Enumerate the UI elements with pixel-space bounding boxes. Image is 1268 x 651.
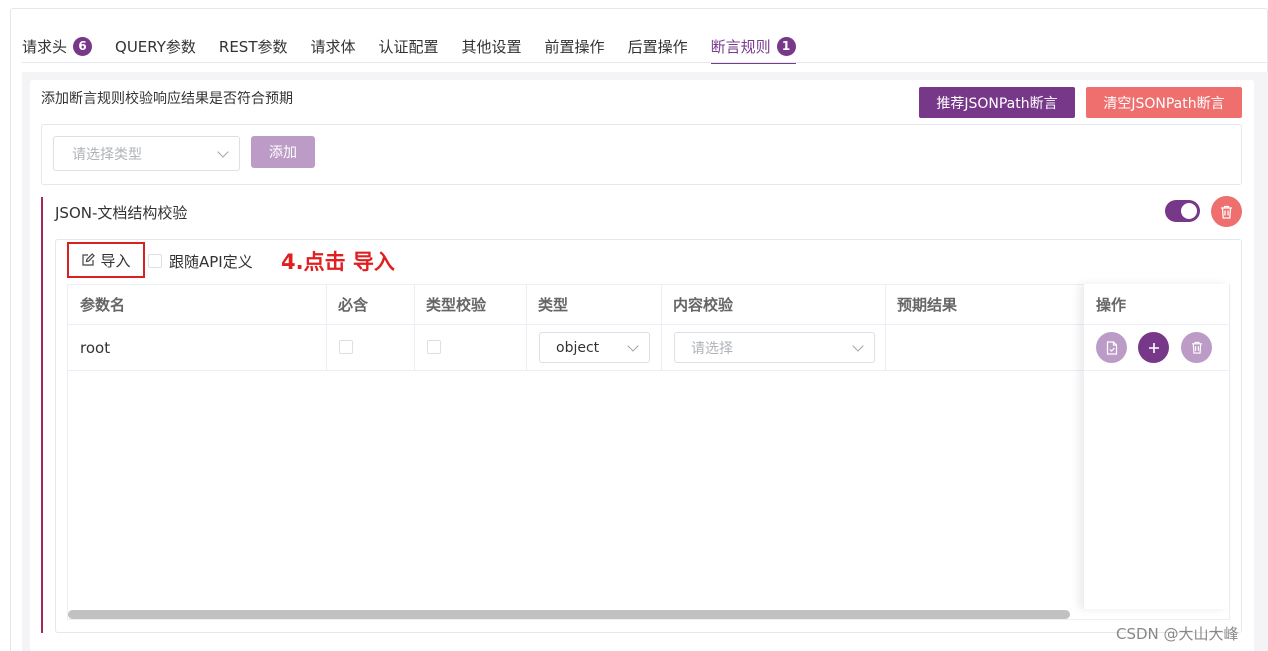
assert-description: 添加断言规则校验响应结果是否符合预期 bbox=[41, 91, 293, 107]
content-check-select[interactable]: 请选择 bbox=[674, 332, 875, 363]
add-rule-button[interactable]: 添加 bbox=[251, 136, 315, 168]
tab-label: 认证配置 bbox=[378, 37, 439, 56]
plus-icon bbox=[1148, 342, 1159, 353]
row-add-button[interactable] bbox=[1138, 332, 1169, 363]
column-header-required: 必含 bbox=[338, 295, 369, 314]
tab-post-operations[interactable]: 后置操作 bbox=[628, 28, 688, 64]
tab-bar: 请求头 6 QUERY参数 REST参数 请求体 认证配置 其他设置 前置操作 后… bbox=[22, 28, 819, 64]
column-header-expected: 预期结果 bbox=[897, 295, 958, 314]
column-header-param-name: 参数名 bbox=[80, 295, 126, 314]
chevron-down-icon bbox=[852, 339, 864, 352]
follow-api-checkbox[interactable] bbox=[148, 254, 162, 268]
row-divider bbox=[1084, 370, 1230, 371]
tab-label: 后置操作 bbox=[627, 37, 688, 56]
tab-badge: 1 bbox=[776, 36, 796, 56]
delete-rule-button[interactable] bbox=[1211, 196, 1242, 227]
tab-auth-config[interactable]: 认证配置 bbox=[379, 28, 439, 64]
tab-label: 其他设置 bbox=[461, 37, 522, 56]
column-header-type-check: 类型校验 bbox=[426, 295, 487, 314]
clear-jsonpath-button[interactable]: 清空JSONPath断言 bbox=[1086, 87, 1242, 118]
chevron-down-icon bbox=[217, 145, 229, 158]
header-divider bbox=[1084, 324, 1230, 325]
edit-icon bbox=[82, 253, 96, 266]
tab-rest-params[interactable]: REST参数 bbox=[219, 28, 288, 64]
import-label: 导入 bbox=[100, 251, 131, 270]
required-checkbox[interactable] bbox=[339, 340, 353, 354]
tab-badge: 6 bbox=[73, 36, 93, 56]
recommend-jsonpath-button[interactable]: 推荐JSONPath断言 bbox=[919, 87, 1075, 118]
tab-request-body[interactable]: 请求体 bbox=[311, 28, 356, 64]
tab-query-params[interactable]: QUERY参数 bbox=[115, 28, 196, 64]
horizontal-scrollbar[interactable] bbox=[68, 610, 1070, 619]
tab-headers[interactable]: 请求头 6 bbox=[22, 28, 93, 64]
rule-type-select[interactable]: 请选择类型 bbox=[53, 136, 240, 171]
tab-assert-rules[interactable]: 断言规则 1 bbox=[710, 28, 796, 64]
document-icon bbox=[1106, 340, 1117, 355]
cell-param-name: root bbox=[80, 339, 111, 357]
tab-pre-operations[interactable]: 前置操作 bbox=[545, 28, 605, 64]
rule-title: JSON-文档结构校验 bbox=[55, 204, 188, 222]
type-check-checkbox[interactable] bbox=[427, 340, 441, 354]
tab-other-settings[interactable]: 其他设置 bbox=[462, 28, 522, 64]
row-delete-button[interactable] bbox=[1181, 332, 1212, 363]
tab-label: 请求体 bbox=[310, 37, 356, 56]
type-select[interactable]: object bbox=[539, 332, 650, 363]
chevron-down-icon bbox=[627, 339, 639, 352]
trash-icon bbox=[1191, 341, 1202, 354]
tab-label: REST参数 bbox=[218, 37, 288, 56]
actions-column: 操作 bbox=[1083, 284, 1230, 609]
content-check-placeholder: 请选择 bbox=[691, 340, 733, 357]
tab-label: 请求头 bbox=[22, 37, 68, 56]
rule-enable-toggle[interactable] bbox=[1165, 200, 1200, 222]
rule-type-placeholder: 请选择类型 bbox=[72, 146, 142, 163]
rule-accent-bar bbox=[41, 197, 43, 633]
annotation-text: 4.点击 导入 bbox=[281, 250, 395, 274]
tab-label: 断言规则 bbox=[710, 37, 771, 56]
column-header-content-check: 内容校验 bbox=[673, 295, 734, 314]
follow-api-label: 跟随API定义 bbox=[169, 253, 253, 271]
row-doc-button[interactable] bbox=[1096, 332, 1127, 363]
column-header-type: 类型 bbox=[538, 295, 569, 314]
watermark: CSDN @大山大峰 bbox=[1116, 625, 1239, 643]
tabs-divider bbox=[22, 62, 1268, 63]
type-select-value: object bbox=[556, 339, 600, 356]
trash-icon bbox=[1221, 205, 1232, 219]
import-button[interactable]: 导入 bbox=[67, 242, 145, 278]
tab-label: QUERY参数 bbox=[115, 37, 196, 56]
column-header-actions: 操作 bbox=[1096, 295, 1127, 314]
tab-label: 前置操作 bbox=[544, 37, 605, 56]
